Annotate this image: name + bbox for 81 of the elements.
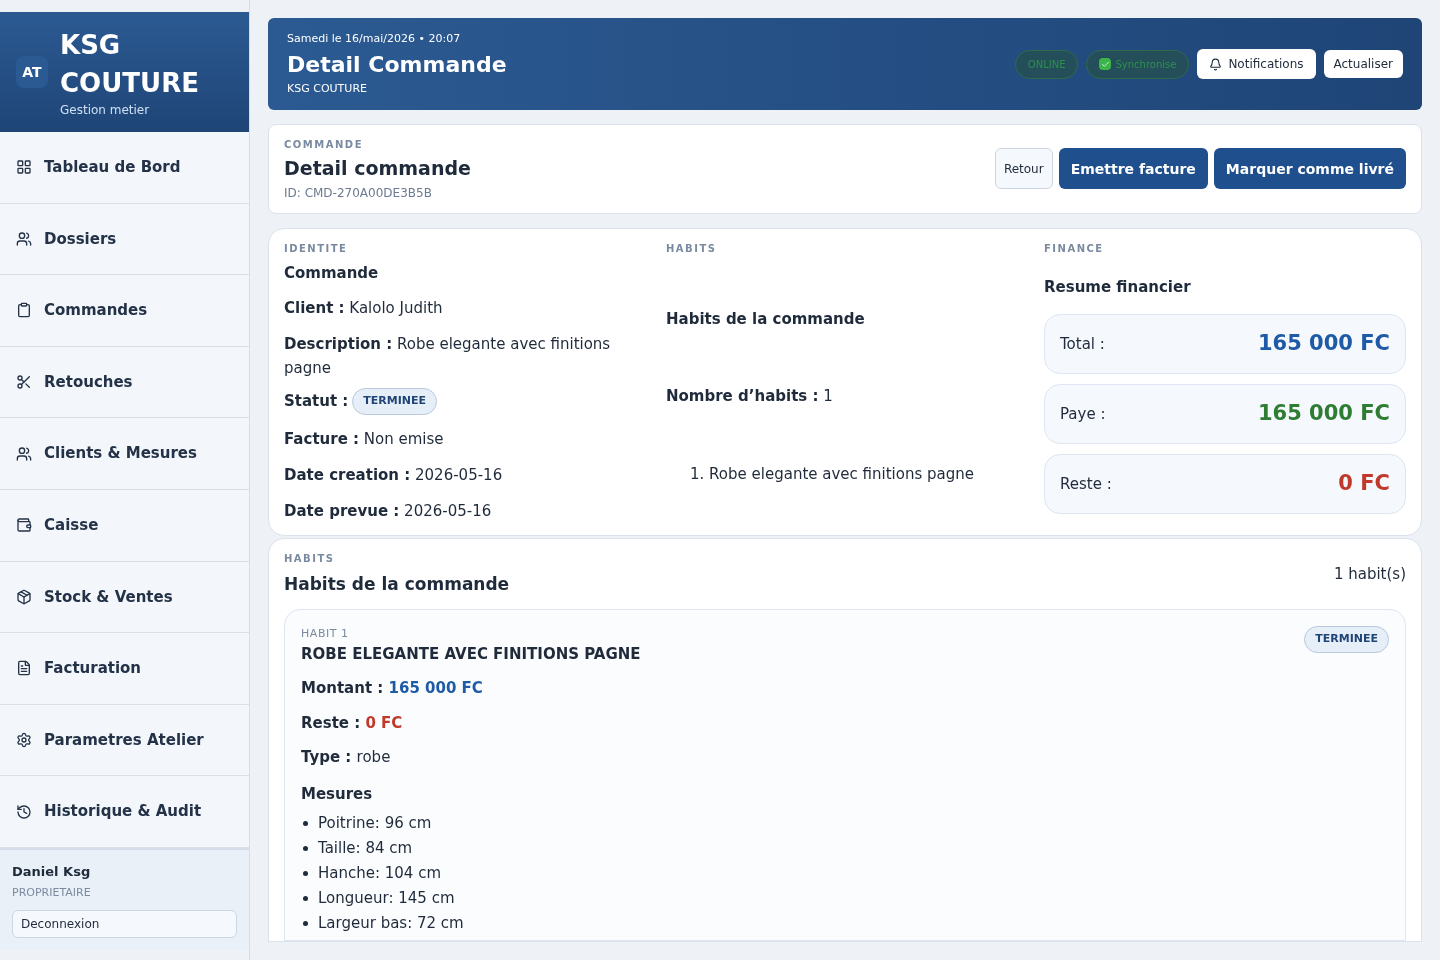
habit-list-item: 1. Robe elegante avec finitions pagne [690,463,975,485]
card-title: Detail commande [284,156,471,181]
bullet-icon [303,846,308,851]
section-label: IDENTITE [284,241,349,256]
habit-title: ROBE ELEGANTE AVEC FINITIONS PAGNE [301,643,641,665]
bullet-icon [303,921,308,926]
order-id: ID: CMD-270A00DE3B5B [284,184,433,201]
logo-badge: AT [16,56,48,88]
status-badge: TERMINEE [352,388,438,415]
finance-label: Reste : [1060,473,1112,495]
measure-item: Longueur: 145 cm [318,888,455,909]
sidebar-item[interactable]: Clients & Mesures [0,418,249,490]
measure-item: Largeur bas: 72 cm [318,913,464,934]
document-icon [16,660,32,677]
field-text: Type : robe [301,747,392,768]
bullet-icon [303,896,308,901]
bullet-icon [303,821,308,826]
habit-label: HABIT 1 [301,626,350,642]
column-title: Resume financier [1044,276,1192,298]
finance-value: 165 000 FC [1257,400,1390,428]
section-label: HABITS [284,551,336,566]
field-text: Reste : 0 FC [301,712,404,734]
field-text: Description : Robe elegante avec finitions pagne [284,334,612,379]
refresh-button[interactable]: Actualiser [1323,50,1403,78]
sync-badge: Synchronise [1086,49,1190,79]
sidebar-item[interactable]: Retouches [0,346,249,419]
measure-item: Hanche: 104 cm [318,863,442,884]
sidebar-item[interactable]: Historique & Audit [0,776,249,848]
column-title: Commande [284,262,380,284]
status-badge: TERMINEE [1304,626,1389,653]
measure-item: Taille: 84 cm [318,838,413,859]
sidebar-item[interactable]: Parametres Atelier [0,704,249,777]
logout-button[interactable]: Deconnexion [12,909,237,938]
field-text: Facture : Non emise [284,428,445,450]
field-text: Date creation : 2026-05-16 [284,464,504,486]
bell-icon [1209,57,1223,71]
habit-count: Nombre d’habits : 1 [666,386,834,407]
sidebar-item[interactable]: Facturation [0,633,249,705]
users-icon [16,445,32,462]
habit-count: 1 habit(s) [1333,563,1406,585]
action-button[interactable]: Marquer comme livré [1213,148,1406,190]
finance-value: 0 FC [1338,470,1390,498]
section-label: FINANCE [1044,241,1105,256]
box-icon [16,588,32,605]
back-button[interactable]: Retour [994,148,1053,190]
sidebar-item[interactable]: Caisse [0,489,249,562]
sidebar-item[interactable]: Tableau de Bord [0,132,249,204]
measures-title: Mesures [301,783,374,805]
brand-tagline: Gestion metier [60,102,151,118]
bullet-icon [303,871,308,876]
page-title: Detail Commande [287,50,507,79]
finance-label: Paye : [1060,403,1106,425]
notifications-button[interactable]: Notifications [1197,49,1316,79]
field-text: Montant : 165 000 FC [301,678,484,699]
history-icon [16,803,32,820]
field-text: Client : Kalolo Judith [284,298,444,319]
field-text: Date prevue : 2026-05-16 [284,500,493,522]
sidebar-item[interactable]: Dossiers [0,203,249,276]
grid-icon [16,159,32,176]
card-title: Habits de la commande [284,572,510,596]
brand-name: KSG COUTURE [60,29,200,100]
settings-icon [16,732,32,749]
clipboard-icon [16,302,32,319]
section-label: COMMANDE [284,138,364,152]
users-icon [16,230,32,247]
measure-item: Poitrine: 96 cm [318,813,432,834]
page-subtitle: KSG COUTURE [287,80,368,97]
finance-label: Total : [1060,333,1105,355]
online-badge: ONLINE [1014,49,1079,79]
scissors-icon [16,374,32,391]
finance-value: 165 000 FC [1257,330,1390,358]
wallet-icon [16,517,32,534]
column-title: Habits de la commande [666,308,866,330]
field-label: Statut : [284,391,349,412]
sidebar-item[interactable]: Stock & Ventes [0,561,249,634]
sidebar-item[interactable]: Commandes [0,275,249,347]
date-time: Samedi le 16/mai/2026 • 20:07 [287,31,462,47]
user-name: Daniel Ksg [12,862,92,881]
user-role: PROPRIETAIRE [12,885,92,902]
section-label: HABITS [666,241,718,256]
action-button[interactable]: Emettre facture [1058,148,1208,190]
